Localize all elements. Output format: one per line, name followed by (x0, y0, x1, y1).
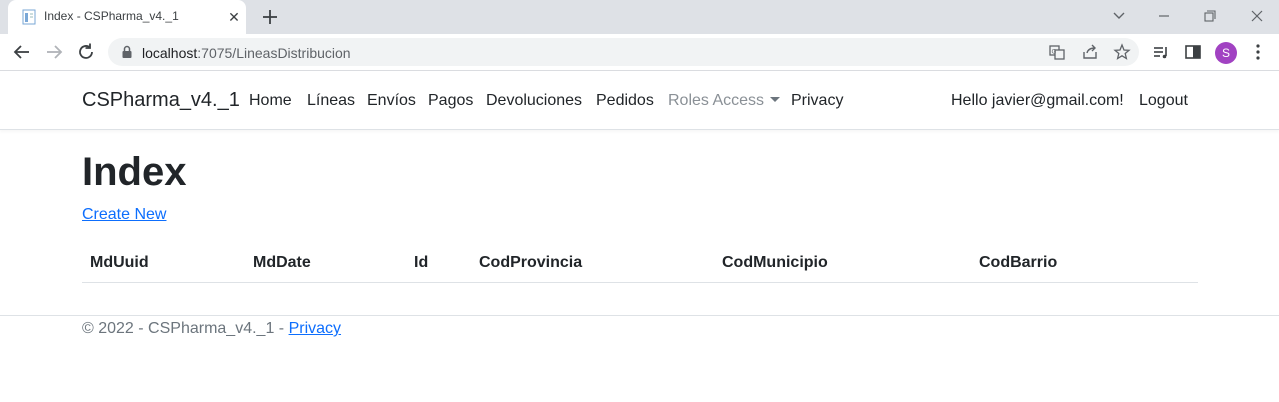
column-header-id: Id (414, 254, 429, 271)
nav-lineas[interactable]: Líneas (307, 92, 355, 110)
roles-access-label: Roles Access (668, 92, 765, 109)
share-icon[interactable] (1081, 43, 1099, 61)
lock-icon[interactable] (120, 45, 134, 59)
app-navbar: CSPharma_v4._1 Home Líneas Envíos Pagos … (0, 71, 1279, 130)
tab-close-icon[interactable]: ✕ (225, 8, 243, 26)
nav-roles-access-dropdown[interactable]: Roles Access (668, 92, 781, 110)
address-bar[interactable]: localhost:7075/LineasDistribucion G (108, 38, 1139, 66)
footer-copyright: © 2022 - CSPharma_v4._1 - (82, 320, 289, 337)
column-header-mddate: MdDate (253, 254, 311, 271)
translate-icon[interactable]: G (1048, 43, 1066, 61)
kebab-menu-icon[interactable] (1247, 41, 1269, 63)
column-header-codprovincia: CodProvincia (479, 254, 583, 271)
table-header-divider (82, 282, 1198, 283)
url-host: localhost (142, 45, 198, 61)
caret-down-icon (770, 97, 781, 102)
nav-home[interactable]: Home (249, 92, 292, 110)
minimize-icon[interactable] (1152, 5, 1176, 27)
nav-devoluciones[interactable]: Devoluciones (486, 92, 582, 110)
column-header-codbarrio: CodBarrio (979, 254, 1058, 271)
page-icon (22, 9, 36, 25)
close-window-icon[interactable] (1245, 5, 1269, 27)
brand-link[interactable]: CSPharma_v4._1 (82, 89, 240, 112)
nav-pedidos[interactable]: Pedidos (596, 92, 654, 110)
side-panel-icon[interactable] (1182, 41, 1204, 63)
back-icon[interactable] (11, 41, 33, 63)
restore-icon[interactable] (1198, 5, 1222, 27)
nav-pagos[interactable]: Pagos (428, 92, 473, 110)
forward-icon[interactable] (43, 41, 65, 63)
profile-avatar[interactable]: S (1215, 42, 1237, 64)
column-header-mduuid: MdUuid (90, 254, 149, 271)
url-text[interactable]: localhost:7075/LineasDistribucion (142, 45, 351, 61)
logout-button[interactable]: Logout (1139, 92, 1188, 110)
bookmark-star-icon[interactable] (1113, 43, 1131, 61)
url-path: :7075/LineasDistribucion (197, 45, 351, 61)
footer: © 2022 - CSPharma_v4._1 - Privacy (82, 320, 341, 338)
nav-privacy[interactable]: Privacy (791, 92, 843, 110)
browser-tabstrip: Index - CSPharma_v4._1 ✕ (0, 0, 1279, 34)
tab-title: Index - CSPharma_v4._1 (44, 9, 179, 23)
svg-text:G: G (1052, 49, 1057, 56)
nav-envios[interactable]: Envíos (367, 92, 416, 110)
create-new-link[interactable]: Create New (82, 206, 166, 224)
page-title: Index (82, 150, 187, 194)
user-greeting-link[interactable]: Hello javier@gmail.com! (951, 92, 1124, 110)
browser-toolbar: localhost:7075/LineasDistribucion G S (0, 34, 1279, 71)
footer-privacy-link[interactable]: Privacy (289, 320, 341, 337)
browser-tab[interactable]: Index - CSPharma_v4._1 ✕ (8, 0, 246, 34)
new-tab-icon[interactable] (259, 6, 281, 28)
reading-list-icon[interactable] (1150, 41, 1172, 63)
footer-divider (0, 315, 1279, 316)
tab-search-chevron-icon[interactable] (1107, 5, 1131, 27)
reload-icon[interactable] (75, 41, 97, 63)
column-header-codmunicipio: CodMunicipio (722, 254, 828, 271)
